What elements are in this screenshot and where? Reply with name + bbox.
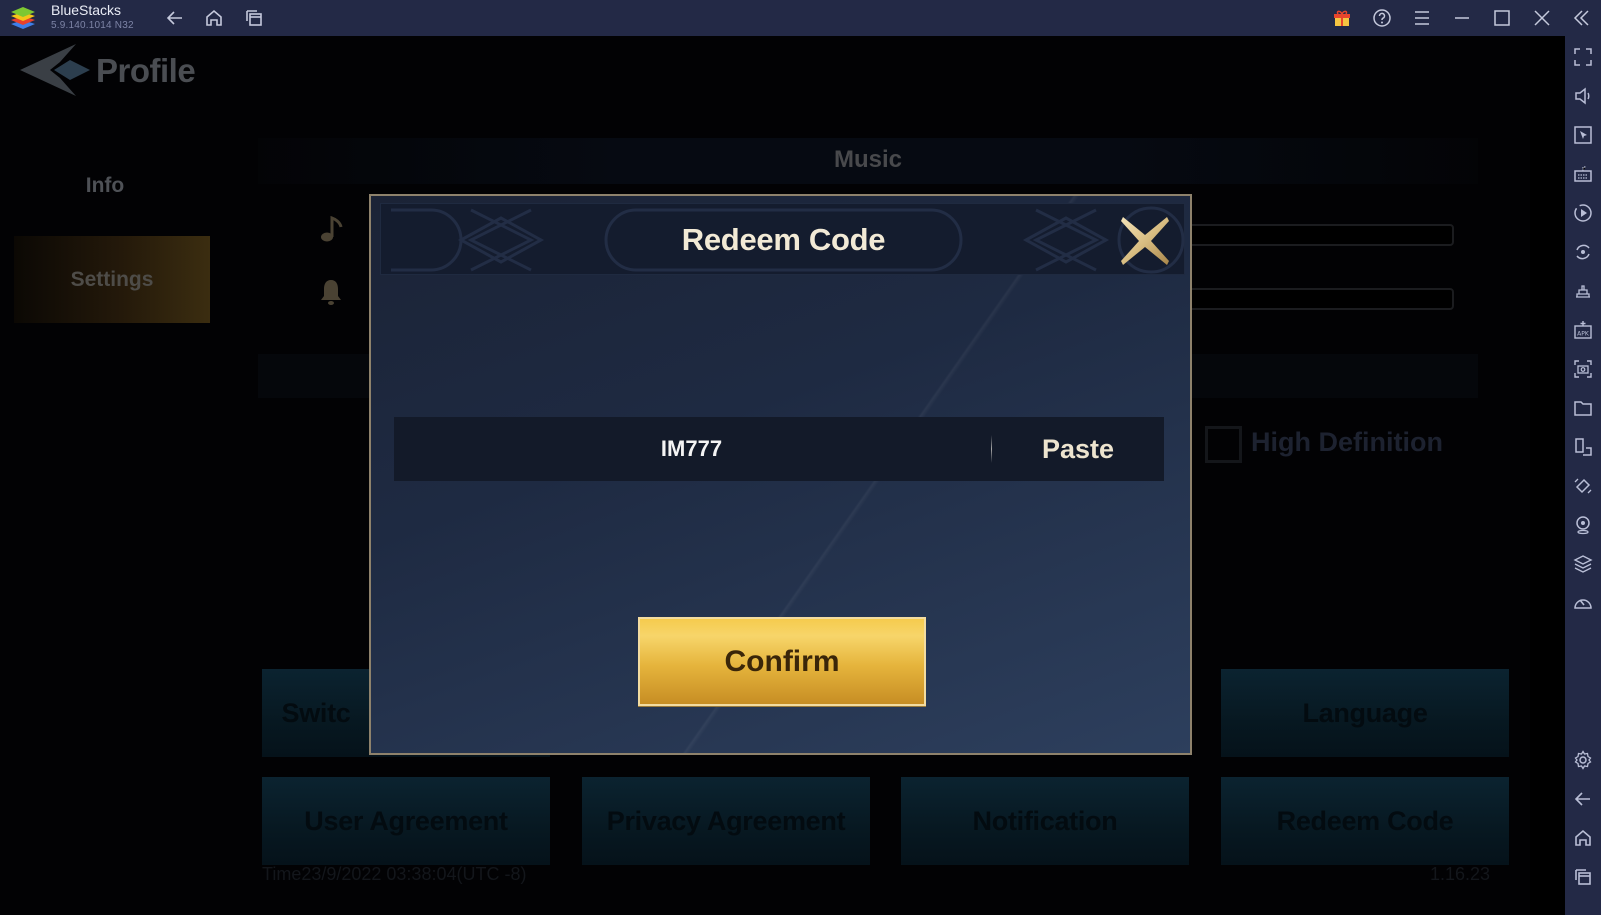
- profile-header: Profile: [18, 44, 196, 98]
- confirm-button[interactable]: Confirm: [638, 617, 926, 706]
- android-back-icon[interactable]: [1573, 789, 1593, 809]
- app-version: 5.9.140.1014 N32: [51, 20, 134, 31]
- game-version: 1.16.23: [1430, 864, 1491, 884]
- pointer-icon[interactable]: [1573, 125, 1593, 145]
- confirm-label: Confirm: [724, 644, 840, 678]
- help-icon[interactable]: [1371, 7, 1393, 29]
- page-title: Profile: [96, 52, 196, 89]
- rotate-icon[interactable]: [1573, 476, 1593, 496]
- redeem-code-input[interactable]: [394, 417, 989, 481]
- back-icon[interactable]: [164, 7, 186, 29]
- folder-icon[interactable]: [1573, 398, 1593, 418]
- close-dialog-icon[interactable]: [1117, 213, 1173, 269]
- bell-icon: [321, 280, 341, 305]
- layers-icon[interactable]: [1573, 554, 1593, 574]
- titlebar: BlueStacks 5.9.140.1014 N32: [0, 0, 1601, 36]
- sound-volume-slider[interactable]: [1180, 288, 1454, 310]
- location-icon[interactable]: [1573, 515, 1593, 535]
- volume-icon[interactable]: [1573, 86, 1593, 106]
- notification-button[interactable]: Notification: [901, 777, 1189, 865]
- back-arrow-icon[interactable]: [18, 44, 90, 98]
- keyboard-icon[interactable]: [1573, 164, 1593, 184]
- collapse-sidebar-icon[interactable]: [1571, 7, 1593, 29]
- maximize-icon[interactable]: [1491, 7, 1513, 29]
- recent-apps-icon[interactable]: [1573, 867, 1593, 887]
- multi-window-icon[interactable]: [1573, 437, 1593, 457]
- high-definition-checkbox[interactable]: [1205, 426, 1242, 463]
- android-home-icon[interactable]: [1573, 828, 1593, 848]
- high-definition-label: High Definition: [1251, 427, 1443, 457]
- nav-settings[interactable]: Settings: [14, 236, 210, 323]
- macro-record-icon[interactable]: [1573, 203, 1593, 223]
- close-icon[interactable]: [1531, 7, 1553, 29]
- gift-icon[interactable]: [1331, 7, 1353, 29]
- fullscreen-icon[interactable]: [1573, 47, 1593, 67]
- install-apk-icon[interactable]: APK: [1573, 320, 1593, 340]
- redeem-code-button[interactable]: Redeem Code: [1221, 777, 1509, 865]
- sync-icon[interactable]: [1573, 242, 1593, 262]
- dialog-title: Redeem Code: [681, 222, 886, 257]
- nav-settings-label: Settings: [70, 267, 154, 291]
- minimize-icon[interactable]: [1451, 7, 1473, 29]
- multi-instance-icon[interactable]: [243, 7, 265, 29]
- bluestacks-logo-icon: [10, 6, 36, 30]
- music-volume-slider[interactable]: [1180, 224, 1454, 246]
- code-row: Paste: [394, 417, 1164, 481]
- user-agreement-button[interactable]: User Agreement: [262, 777, 550, 865]
- app-name: BlueStacks: [51, 2, 122, 18]
- language-button[interactable]: Language: [1221, 669, 1509, 757]
- server-time: Time23/9/2022 03:38:04(UTC -8): [262, 864, 527, 884]
- redeem-code-dialog: Redeem Code Paste Confirm: [369, 194, 1192, 755]
- gamepad-controls-icon[interactable]: [1573, 281, 1593, 301]
- home-icon[interactable]: [203, 7, 225, 29]
- dialog-header: Redeem Code: [380, 203, 1185, 275]
- nav-info[interactable]: Info: [0, 174, 210, 198]
- screenshot-icon[interactable]: [1573, 359, 1593, 379]
- privacy-agreement-button[interactable]: Privacy Agreement: [582, 777, 870, 865]
- performance-icon[interactable]: [1573, 593, 1593, 613]
- menu-icon[interactable]: [1411, 7, 1433, 29]
- side-toolbar: APK: [1565, 36, 1601, 915]
- settings-icon[interactable]: [1573, 750, 1593, 770]
- music-note-icon: [321, 215, 343, 242]
- svg-text:APK: APK: [1577, 331, 1590, 338]
- paste-button[interactable]: Paste: [992, 417, 1164, 481]
- section-header-music: Music: [258, 138, 1478, 184]
